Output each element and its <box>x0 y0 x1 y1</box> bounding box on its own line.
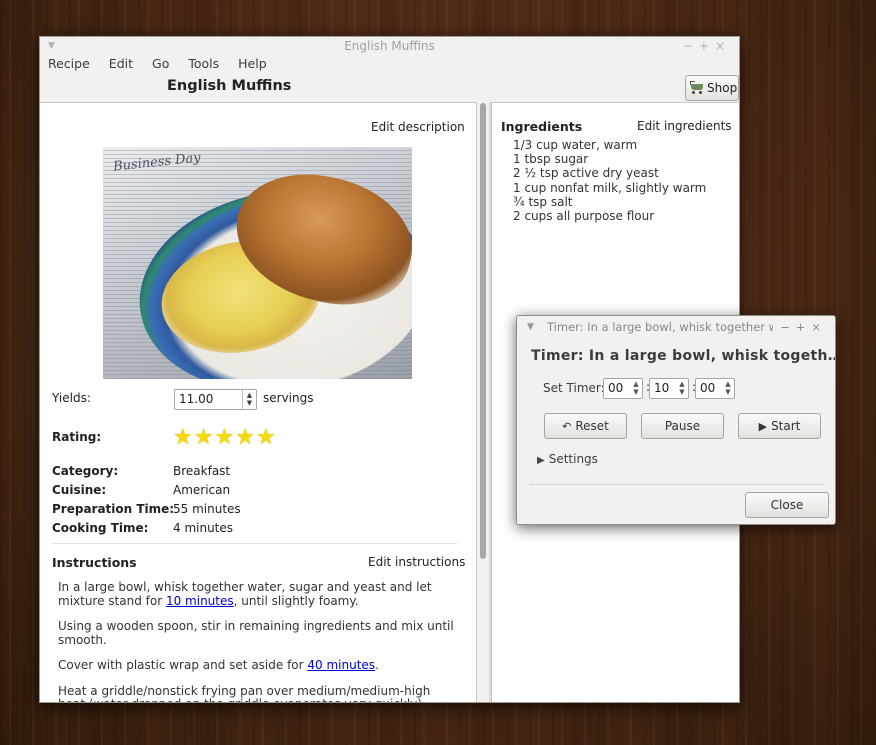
shop-button[interactable]: Shop <box>685 75 739 101</box>
recipe-photo: Business Day <box>103 147 412 379</box>
ingredient-item: 1 tbsp sugar <box>513 152 589 167</box>
settings-label: Settings <box>548 452 598 466</box>
pause-button[interactable]: Pause <box>641 413 724 439</box>
close-icon[interactable]: × <box>811 320 827 334</box>
close-icon[interactable]: × <box>715 39 731 53</box>
maximize-icon[interactable]: + <box>796 320 812 334</box>
expander-arrow-icon: ▶ <box>537 455 545 466</box>
cuisine-value: American <box>173 483 231 497</box>
seconds-spinbox[interactable]: 00 ▲ ▼ <box>695 378 735 399</box>
star-icon[interactable]: ★ <box>214 427 234 449</box>
prep-time-label: Preparation Time: <box>52 502 175 516</box>
menu-help[interactable]: Help <box>238 55 267 75</box>
edit-description-button[interactable]: Edit description <box>371 120 465 134</box>
instruction-step: Cover with plastic wrap and set aside fo… <box>58 658 379 672</box>
window-controls: −+× <box>683 37 731 55</box>
menu-recipe[interactable]: Recipe <box>48 55 90 75</box>
ingredient-item: ¾ tsp salt <box>513 194 573 209</box>
cuisine-label: Cuisine: <box>52 483 107 497</box>
reset-button[interactable]: ↶ Reset <box>544 413 627 439</box>
close-button[interactable]: Close <box>745 492 829 518</box>
start-button[interactable]: ▶ Start <box>738 413 821 439</box>
menu-bar: Recipe Edit Go Tools Help <box>40 55 286 75</box>
ingredient-item: 2 ½ tsp active dry yeast <box>513 166 659 181</box>
menu-tools[interactable]: Tools <box>188 55 219 75</box>
minimize-icon[interactable]: − <box>780 320 796 334</box>
minutes-value: 10 <box>654 381 670 395</box>
instructions-heading: Instructions <box>52 555 137 570</box>
yields-unit: servings <box>263 391 314 405</box>
window-menu-icon[interactable]: ▼ <box>48 37 55 55</box>
window-title: English Muffins <box>344 39 435 53</box>
play-icon: ▶ <box>758 419 768 433</box>
rating-stars[interactable]: ★ ★ ★ ★ ★ <box>173 427 277 449</box>
ingredient-item: 1 cup nonfat milk, slightly warm <box>513 180 707 195</box>
instructions-text: In a large bowl, whisk together water, s… <box>58 580 458 702</box>
timer-titlebar: ▼ Timer: In a large bowl, whisk together… <box>517 316 835 338</box>
timer-dialog: ▼ Timer: In a large bowl, whisk together… <box>516 315 836 525</box>
set-timer-label: Set Timer: <box>543 381 605 395</box>
scrollbar[interactable] <box>480 103 486 559</box>
star-icon[interactable]: ★ <box>173 427 193 449</box>
timer-link-10-minutes[interactable]: 10 minutes <box>166 594 234 608</box>
maximize-icon[interactable]: + <box>699 39 715 53</box>
reset-icon: ↶ <box>562 419 572 433</box>
pause-button-label: Pause <box>664 419 701 433</box>
ingredient-item: 1/3 cup water, warm <box>513 138 638 152</box>
menu-edit[interactable]: Edit <box>109 55 133 75</box>
menu-go[interactable]: Go <box>152 55 169 75</box>
spin-arrows-icon[interactable]: ▲ ▼ <box>630 379 642 398</box>
instructions-divider <box>52 543 457 544</box>
rating-label: Rating: <box>52 430 102 444</box>
window-controls: −+× <box>780 316 827 338</box>
ingredient-list: 1/3 cup water, warm 1 tbsp sugar 2 ½ tsp… <box>513 138 706 223</box>
window-menu-icon[interactable]: ▼ <box>527 316 534 338</box>
timer-window-title: Timer: In a large bowl, whisk together w… <box>547 320 773 334</box>
timer-divider <box>529 484 825 485</box>
timer-link-40-minutes[interactable]: 40 minutes <box>307 658 375 672</box>
ingredients-heading: Ingredients <box>501 119 583 134</box>
cook-time-value: 4 minutes <box>173 521 234 535</box>
recipe-title: English Muffins <box>167 78 292 94</box>
yields-label: Yields: <box>52 391 91 405</box>
instruction-step: Using a wooden spoon, stir in remaining … <box>58 619 454 647</box>
timer-heading: Timer: In a large bowl, whisk togeth… <box>531 348 836 364</box>
minutes-spinbox[interactable]: 10 ▲ ▼ <box>649 378 689 399</box>
yields-value: 11.00 <box>179 392 214 406</box>
edit-ingredients-button[interactable]: Edit ingredients <box>637 119 732 133</box>
star-icon[interactable]: ★ <box>235 427 255 449</box>
star-icon[interactable]: ★ <box>256 427 276 449</box>
recipe-details-pane: Edit description Business Day Yields: 11… <box>40 102 477 702</box>
minimize-icon[interactable]: − <box>683 39 699 53</box>
prep-time-value: 55 minutes <box>173 502 241 516</box>
spin-arrows-icon[interactable]: ▲ ▼ <box>676 379 688 398</box>
category-label: Category: <box>52 464 119 478</box>
close-button-label: Close <box>770 498 804 512</box>
shopping-cart-icon <box>690 81 705 95</box>
instruction-step: Heat a griddle/nonstick frying pan over … <box>58 683 431 702</box>
shop-button-label: Shop <box>707 81 738 95</box>
star-icon[interactable]: ★ <box>194 427 214 449</box>
hours-value: 00 <box>608 381 624 395</box>
spin-arrows-icon[interactable]: ▲ ▼ <box>242 390 256 409</box>
seconds-value: 00 <box>700 381 716 395</box>
instruction-step: In a large bowl, whisk together water, s… <box>58 580 432 608</box>
cook-time-label: Cooking Time: <box>52 521 149 535</box>
hours-spinbox[interactable]: 00 ▲ ▼ <box>603 378 643 399</box>
yields-spinbox[interactable]: 11.00 ▲ ▼ <box>174 389 257 410</box>
edit-instructions-button[interactable]: Edit instructions <box>368 555 465 569</box>
settings-expander[interactable]: ▶ Settings <box>537 452 598 466</box>
ingredient-item: 2 cups all purpose flour <box>513 209 655 224</box>
start-button-label: Start <box>771 419 801 433</box>
spin-arrows-icon[interactable]: ▲ ▼ <box>722 379 734 398</box>
category-value: Breakfast <box>173 464 231 478</box>
main-titlebar: ▼ English Muffins −+× <box>40 37 739 55</box>
reset-button-label: Reset <box>575 419 609 433</box>
